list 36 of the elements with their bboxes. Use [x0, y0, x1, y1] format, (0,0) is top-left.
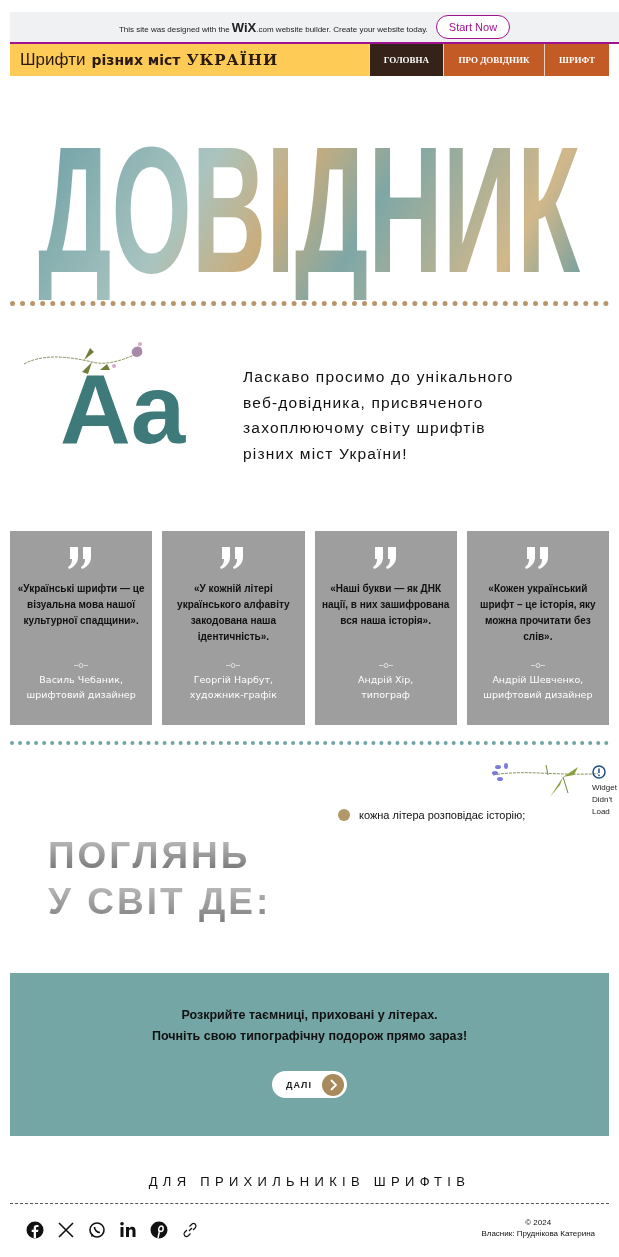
link-icon[interactable]: [181, 1221, 199, 1239]
quote-text: «У кожній літері українського алфавіту закодована наша ідентичність».: [176, 582, 291, 644]
bullet-text: кожна літера розповідає історію;: [359, 809, 526, 821]
nav-tab[interactable]: ГОЛОВНА: [369, 44, 443, 76]
ornament-icon: [226, 663, 241, 668]
footer-title: ДЛЯ ПРИХИЛЬНИКІВ ШРИФТІВ: [147, 1174, 472, 1189]
warning-icon: [592, 765, 606, 779]
quote-author: Георгій Нарбут, художник-графік: [189, 673, 277, 702]
cta-text: Розкрийте таємниці, приховані у літерах. Почніть свою типографічну подорож прямо зараз!: [151, 1007, 468, 1045]
aa-letters: Aa: [60, 360, 186, 458]
quote-text: «Кожен український шрифт – це історія, яку можна прочитати без слів».: [479, 582, 597, 644]
pinterest-icon[interactable]: [150, 1221, 168, 1239]
welcome-text: Ласкаво просимо до унікального веб-довідника, присвяченого захоплюючому світу шрифтів різних міст України!: [243, 367, 515, 464]
linkedin-icon[interactable]: [119, 1221, 137, 1239]
quote-icon: [372, 547, 399, 569]
whatsapp-icon[interactable]: [88, 1221, 106, 1239]
nav-tab[interactable]: ПРО ДОВІДНИК: [443, 44, 544, 76]
ornament-icon: [530, 663, 545, 668]
ornament-icon: [74, 663, 89, 668]
next-button[interactable]: ДАЛІ: [272, 1071, 347, 1098]
nav-tab[interactable]: ШРИФТ: [544, 44, 609, 76]
quote-text: «Наші букви — як ДНК нації, в них зашифрована вся наша історія».: [320, 582, 451, 628]
x-icon[interactable]: [57, 1221, 75, 1239]
copyright-text: © 2024 Власник: Пруднікова Катерина: [481, 1217, 595, 1239]
facebook-icon[interactable]: [26, 1221, 44, 1239]
banner-text: This site was designed with the WiX.com website builder. Create your website today.: [118, 19, 428, 35]
chevron-right-icon: [321, 1073, 344, 1096]
widget-error-text: Widget Didn't Load: [592, 782, 617, 818]
quote-icon: [524, 547, 551, 569]
quote-author: Андрій Шевченко, шрифтовий дизайнер: [483, 673, 593, 702]
quote-text: «Українські шрифти — це візуальна мова нашої культурної спадщини».: [16, 582, 146, 628]
site-logo[interactable]: Шрифти різних міст УКРАЇНИ: [10, 44, 369, 76]
ornament-icon: [378, 663, 393, 668]
start-now-button[interactable]: Start Now: [435, 15, 511, 39]
quote-author: Андрій Хір, типограф: [357, 673, 414, 702]
quote-author: Василь Чебаник, шрифтовий дизайнер: [26, 673, 136, 702]
